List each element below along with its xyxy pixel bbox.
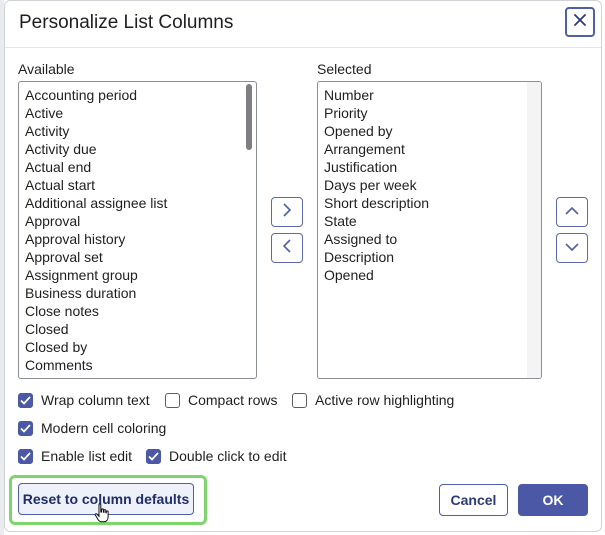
list-item[interactable]: Approval [25,212,194,230]
list-item[interactable]: Opened by [324,122,429,140]
list-item[interactable]: Active [25,104,194,122]
wrap-column-text-checkbox[interactable] [18,392,33,408]
list-item[interactable]: Assignment group [25,266,194,284]
list-item[interactable]: Approval set [25,248,194,266]
ok-button[interactable]: OK [518,484,588,516]
list-item[interactable]: Description [324,248,429,266]
chevron-right-icon [282,202,292,222]
list-item[interactable]: State [324,212,429,230]
active-row-highlighting-label: Active row highlighting [315,392,455,408]
list-item[interactable]: Activity [25,122,194,140]
list-item[interactable]: Actual start [25,176,194,194]
dialog-title: Personalize List Columns [19,12,234,33]
enable-list-edit-option[interactable]: Enable list edit [18,448,132,464]
list-item[interactable]: Comments [25,356,194,374]
chevron-down-icon [565,239,579,257]
add-column-button[interactable] [271,197,303,227]
cancel-button[interactable]: Cancel [439,484,508,516]
close-button[interactable] [565,7,595,37]
hand-pointer-cursor-icon [94,503,110,528]
modern-cell-coloring-option[interactable]: Modern cell coloring [18,420,166,436]
modern-cell-coloring-checkbox[interactable] [18,420,33,436]
double-click-to-edit-option[interactable]: Double click to edit [146,448,287,464]
enable-list-edit-label: Enable list edit [41,448,133,464]
list-item[interactable]: Days per week [324,176,429,194]
move-up-button[interactable] [556,197,588,227]
double-click-to-edit-checkbox[interactable] [146,448,161,464]
available-scrollbar-thumb[interactable] [246,84,252,150]
close-icon [574,13,586,31]
list-item[interactable]: Number [324,86,429,104]
compact-rows-label: Compact rows [188,392,278,408]
selected-list[interactable]: Number Priority Opened by Arrangement Justif… [317,81,542,379]
available-list[interactable]: Accounting period Active Activity Activity … [18,81,257,379]
list-item[interactable]: Close notes [25,302,194,320]
enable-list-edit-checkbox[interactable] [18,448,33,464]
list-item[interactable]: Comments and Work notes [25,374,194,378]
available-label: Available [18,61,75,77]
active-row-highlighting-option[interactable]: Active row highlighting [292,392,454,408]
selected-scrollbar-track[interactable] [527,82,541,378]
chevron-up-icon [565,203,579,221]
list-item[interactable]: Opened [324,266,429,284]
compact-rows-checkbox[interactable] [165,392,180,408]
list-item[interactable]: Justification [324,158,429,176]
header-divider [5,47,601,48]
wrap-column-text-option[interactable]: Wrap column text [18,392,150,408]
selected-items: Number Priority Opened by Arrangement Justif… [324,86,429,284]
list-item[interactable]: Assigned to [324,230,429,248]
active-row-highlighting-checkbox[interactable] [292,392,307,408]
list-item[interactable]: Closed by [25,338,194,356]
list-item[interactable]: Closed [25,320,194,338]
chevron-left-icon [282,238,292,258]
list-item[interactable]: Actual end [25,158,194,176]
move-down-button[interactable] [556,233,588,263]
selected-label: Selected [317,61,372,77]
list-item[interactable]: Activity due [25,140,194,158]
list-item[interactable]: Additional assignee list [25,194,194,212]
double-click-to-edit-label: Double click to edit [169,448,287,464]
list-item[interactable]: Accounting period [25,86,194,104]
list-item[interactable]: Business duration [25,284,194,302]
list-item[interactable]: Short description [324,194,429,212]
wrap-column-text-label: Wrap column text [41,392,150,408]
remove-column-button[interactable] [271,233,303,263]
compact-rows-option[interactable]: Compact rows [165,392,277,408]
modern-cell-coloring-label: Modern cell coloring [41,420,167,436]
list-item[interactable]: Priority [324,104,429,122]
list-item[interactable]: Approval history [25,230,194,248]
list-item[interactable]: Arrangement [324,140,429,158]
available-items: Accounting period Active Activity Activity … [25,86,194,378]
